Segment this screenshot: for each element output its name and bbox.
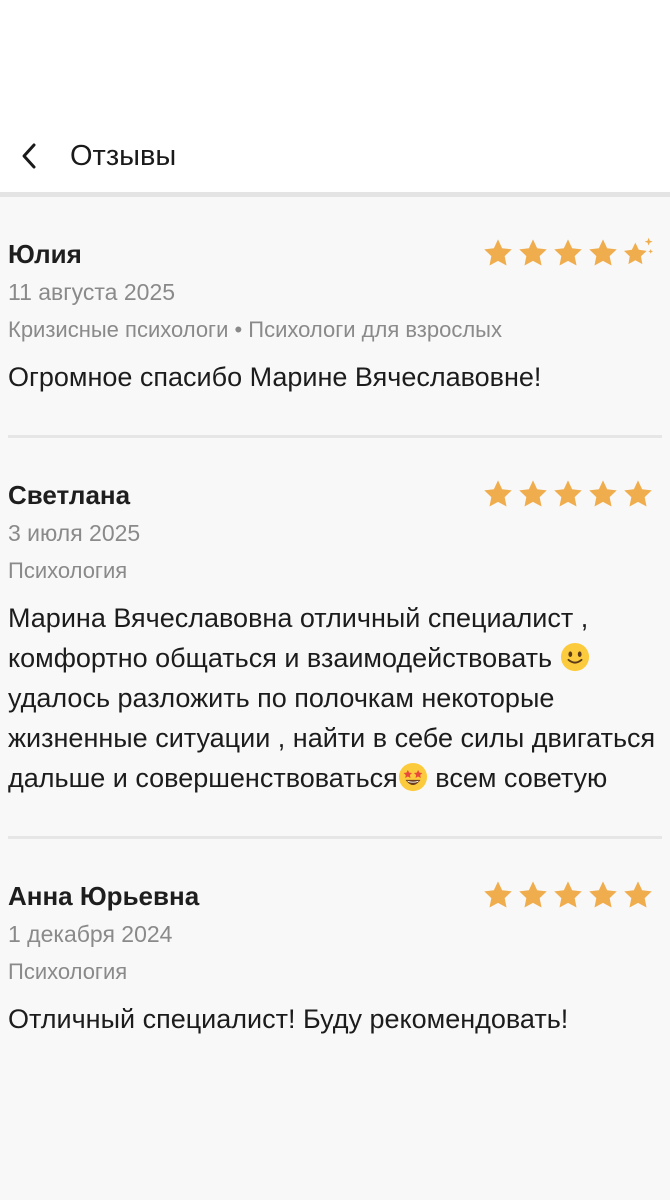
review-card: Анна Юрьевна 1 декабря 2024 Психология О… (8, 839, 662, 1077)
star-icon (484, 239, 512, 266)
review-date: 1 декабря 2024 (8, 921, 173, 947)
star-icon (554, 480, 582, 507)
star-icon (589, 239, 617, 266)
chevron-left-icon (22, 143, 36, 169)
star-icon (554, 881, 582, 908)
review-header: Анна Юрьевна (8, 879, 662, 913)
star-rating (482, 879, 654, 911)
review-category: Кризисные психологи • Психологи для взро… (8, 317, 502, 342)
star-icon (519, 881, 547, 908)
slightly-smiling-face-icon (560, 642, 589, 672)
review-header: Юлия (8, 237, 662, 271)
page-title: Отзывы (70, 140, 177, 172)
review-date: 11 августа 2025 (8, 279, 176, 305)
review-card: Светлана 3 июля 2025 Психология Марина В… (8, 438, 662, 839)
review-category: Психология (8, 558, 128, 583)
back-button[interactable] (14, 138, 44, 174)
review-header: Светлана (8, 478, 662, 512)
star-icon (484, 480, 512, 507)
star-icon (519, 480, 547, 507)
star-rating (482, 478, 654, 510)
star-sparkle-icon (624, 237, 654, 265)
star-rating (482, 237, 654, 269)
star-struck-face-icon (398, 762, 427, 792)
review-text-part: Марина Вячеславовна отличный специалист … (8, 603, 589, 673)
star-icon (589, 480, 617, 507)
star-icon (624, 480, 652, 507)
status-bar-area (0, 0, 670, 118)
app-header: Отзывы (0, 118, 670, 192)
star-icon (589, 881, 617, 908)
review-text: Марина Вячеславовна отличный специалист … (8, 598, 662, 798)
reviews-list: Юлия 11 августа 2025 Кризисные психологи… (0, 197, 670, 1077)
review-text: Огромное спасибо Марине Вячеславовне! (8, 362, 542, 392)
review-date: 3 июля 2025 (8, 520, 141, 546)
review-category: Психология (8, 959, 128, 984)
star-icon (554, 239, 582, 266)
star-icon (624, 881, 652, 908)
review-card: Юлия 11 августа 2025 Кризисные психологи… (8, 197, 662, 438)
review-text-part: всем советую (427, 763, 608, 793)
star-icon (519, 239, 547, 266)
star-icon (484, 881, 512, 908)
review-text: Отличный специалист! Буду рекомендовать! (8, 1004, 569, 1034)
